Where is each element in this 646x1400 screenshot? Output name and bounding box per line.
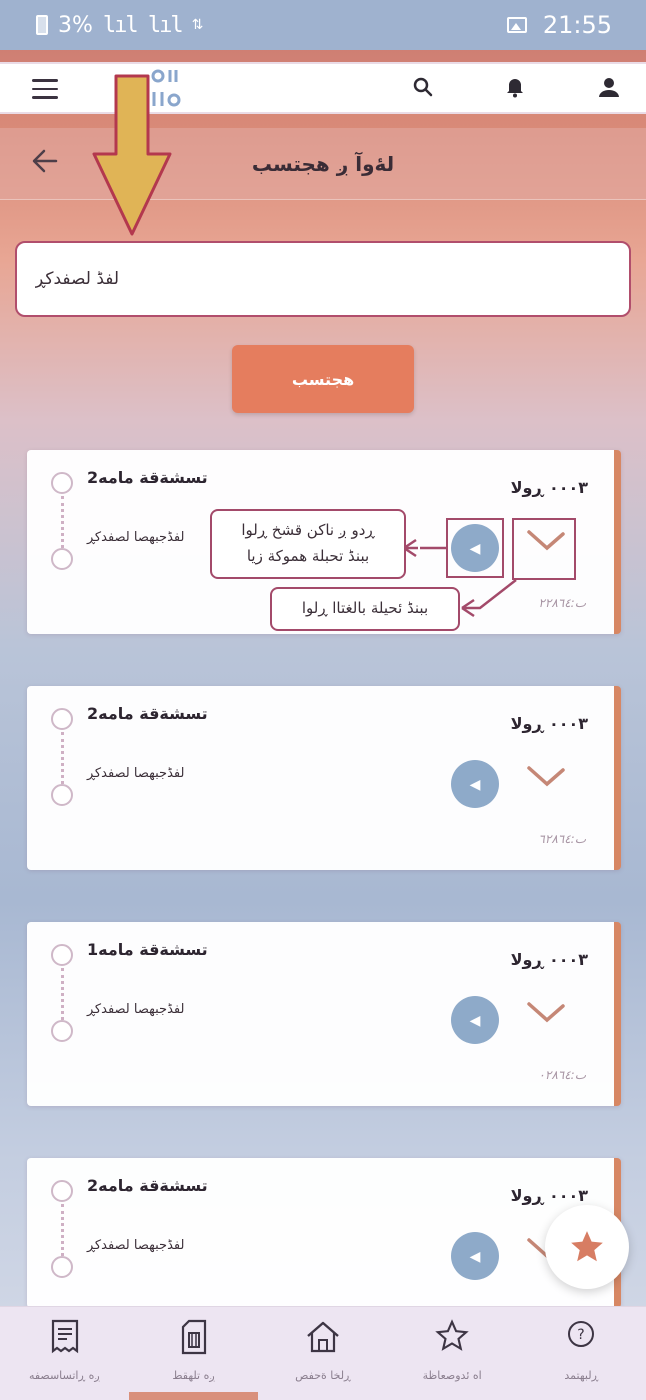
star-icon [571, 1231, 603, 1262]
search-submit-button[interactable]: هجتسب [232, 345, 414, 413]
nav-label: اه ئدوصعاظة [422, 1369, 482, 1382]
timeline-dash [61, 732, 64, 784]
favorite-fab[interactable] [545, 1205, 629, 1289]
result-card[interactable]: 2تسشةقة مامه لفڈجبهصا لصفدكڕ ٠٠٠٣ ڕولا ◀… [27, 686, 621, 870]
pointer-arrow-annotation [92, 74, 172, 236]
receipt-icon [47, 1319, 83, 1355]
status-time: 21:55 [542, 11, 612, 39]
timeline-dash [61, 1204, 64, 1256]
status-bar: 3% lıl lıl ⇅ 21:55 [0, 0, 646, 50]
search-icon[interactable] [410, 76, 436, 102]
data-icon: ⇅ [191, 17, 204, 33]
card-title: 2تسشةقة مامه [87, 1176, 208, 1195]
card-title: 2تسشةقة مامه [87, 468, 208, 487]
play-button[interactable]: ◀ [451, 1232, 499, 1280]
card-date: ٮ:٢٢٨٦٤ [538, 596, 586, 610]
result-card[interactable]: 1تسشةقة مامه لفڈجبهصا لصفدكڕ ٠٠٠٣ ڕولا ◀… [27, 922, 621, 1106]
nav-label: ږه تلهقط [172, 1369, 216, 1382]
play-callout: ڕدو ږ ناكن قشخ ڕلوا ببنڈ تحبلة هموكة زيا [210, 509, 406, 579]
svg-text:?: ? [578, 1327, 585, 1343]
card-title: 1تسشةقة مامه [87, 940, 208, 959]
nav-label: ږه ڕاتساسصفه [28, 1369, 101, 1382]
page-title: لۀوآ ږ هجتسب [251, 151, 395, 176]
back-arrow-icon[interactable] [30, 146, 60, 183]
nav-item-favorites[interactable]: اه ئدوصعاظة [388, 1307, 517, 1400]
nav-item-sim[interactable]: ږه تلهقط [129, 1307, 258, 1400]
chevron-down-icon[interactable] [523, 994, 569, 1034]
card-code: ٠٠٠٣ ڕولا [510, 1186, 588, 1205]
star-outline-icon [434, 1319, 470, 1355]
search-field[interactable] [15, 241, 631, 317]
battery-level: 3% [58, 12, 93, 38]
sim-card-icon [176, 1319, 212, 1355]
timeline-start-dot [51, 472, 73, 494]
play-icon: ◀ [469, 1011, 481, 1028]
help-icon: ? [563, 1319, 599, 1355]
timeline-end-dot [51, 784, 73, 806]
play-icon: ◀ [469, 1247, 481, 1264]
menu-icon[interactable] [32, 79, 58, 99]
image-notification-icon [506, 17, 527, 33]
timeline [51, 708, 75, 806]
status-left: 3% lıl lıl ⇅ [36, 13, 203, 38]
timeline [51, 472, 75, 570]
play-button[interactable]: ◀ [451, 760, 499, 808]
card-date: ٮ:٦٢٨٦٤ [538, 832, 586, 846]
timeline-end-dot [51, 1020, 73, 1042]
timeline-end-dot [51, 1256, 73, 1278]
play-highlight-box [446, 518, 504, 578]
search-input[interactable] [35, 269, 629, 289]
card-subtitle: لفڈجبهصا لصفدكڕ [87, 530, 185, 545]
nav-item-help[interactable]: ? ڕلبهتمد [517, 1307, 646, 1400]
chevron-highlight-box [512, 518, 576, 580]
home-icon [305, 1319, 341, 1355]
timeline-start-dot [51, 1180, 73, 1202]
timeline [51, 944, 75, 1042]
timeline-end-dot [51, 548, 73, 570]
card-subtitle: لفڈجبهصا لصفدكڕ [87, 1002, 185, 1017]
card-subtitle: لفڈجبهصا لصفدكڕ [87, 766, 185, 781]
nav-item-home[interactable]: ڕلخا ةحفص [258, 1307, 387, 1400]
timeline-dash [61, 496, 64, 548]
card-code: ٠٠٠٣ ڕولا [510, 478, 588, 497]
play-callout-line1: ڕدو ږ ناكن قشخ ڕلوا [241, 521, 375, 539]
nav-label: ڕلبهتمد [564, 1369, 599, 1382]
chevron-callout: ببنڈ ئحيلة بالغتاا ڕلوا [270, 587, 460, 631]
signal-icon: lıl lıl [102, 12, 184, 38]
play-button[interactable]: ◀ [451, 996, 499, 1044]
timeline-dash [61, 968, 64, 1020]
card-code: ٠٠٠٣ ڕولا [510, 950, 588, 969]
bottom-navigation: ږه ڕاتساسصفه ږه تلهقط ڕلخا ةحفص اه ئدوصع… [0, 1306, 646, 1400]
timeline [51, 1180, 75, 1278]
card-title: 2تسشةقة مامه [87, 704, 208, 723]
battery-icon [36, 15, 48, 35]
nav-label: ڕلخا ةحفص [295, 1369, 351, 1382]
user-icon[interactable] [596, 76, 622, 102]
nav-item-receipts[interactable]: ږه ڕاتساسصفه [0, 1307, 129, 1400]
card-subtitle: لفڈجبهصا لصفدكڕ [87, 1238, 185, 1253]
card-code: ٠٠٠٣ ڕولا [510, 714, 588, 733]
chevron-down-icon[interactable] [523, 758, 569, 798]
timeline-start-dot [51, 708, 73, 730]
card-date: ٮ:٠٢٨٦٤ [538, 1068, 586, 1082]
result-card[interactable]: 2تسشةقة مامه لفڈجبهصا لصفدكڕ ٠٠٠٣ ڕولا ◀ [27, 1158, 621, 1308]
active-tab-indicator [129, 1392, 258, 1400]
status-right: 21:55 [506, 11, 612, 39]
play-callout-line2: ببنڈ تحبلة هموكة زيا [246, 547, 370, 565]
timeline-start-dot [51, 944, 73, 966]
play-icon: ◀ [469, 775, 481, 792]
bell-icon[interactable] [502, 76, 528, 102]
